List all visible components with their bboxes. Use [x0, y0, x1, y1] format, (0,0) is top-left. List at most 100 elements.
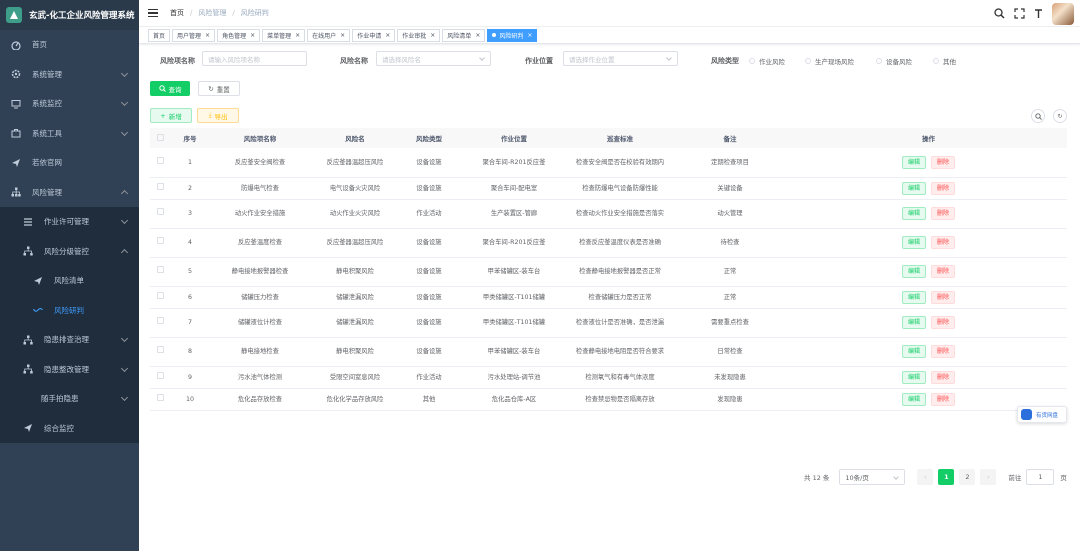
- row-select[interactable]: [150, 228, 170, 258]
- tab-work-apply[interactable]: 作业申请 ×: [352, 28, 396, 42]
- search-icon[interactable]: [994, 7, 1005, 21]
- checkbox[interactable]: [156, 291, 164, 299]
- checkbox[interactable]: [156, 237, 164, 244]
- close-icon[interactable]: ×: [527, 32, 532, 39]
- page-size-select[interactable]: 10条/页: [839, 469, 906, 485]
- tab-users[interactable]: 用户管理 ×: [172, 28, 216, 42]
- tab-risk-analysis[interactable]: 风险研判 ×: [487, 28, 538, 42]
- sidebar-item-website[interactable]: 若依官网: [0, 148, 139, 178]
- export-button[interactable]: ⤓ 导出: [197, 108, 239, 123]
- edit-button[interactable]: 编辑: [901, 345, 926, 358]
- header-select[interactable]: [150, 128, 170, 148]
- close-icon[interactable]: ×: [385, 32, 390, 39]
- floating-widget[interactable]: 有货网盘: [1017, 406, 1067, 423]
- edit-button[interactable]: 编辑: [901, 236, 926, 249]
- fullscreen-icon[interactable]: [1014, 7, 1025, 21]
- close-icon[interactable]: ×: [250, 32, 255, 39]
- delete-button[interactable]: 删除: [931, 236, 956, 249]
- delete-button[interactable]: 删除: [931, 345, 956, 358]
- sidebar-item-monitor[interactable]: 系统监控: [0, 89, 139, 119]
- sidebar-item-tools[interactable]: 系统工具: [0, 119, 139, 149]
- close-icon[interactable]: ×: [295, 32, 300, 39]
- edit-button[interactable]: 编辑: [901, 370, 926, 384]
- breadcrumb-item[interactable]: 风险管理: [198, 8, 226, 18]
- close-icon[interactable]: ×: [430, 32, 435, 39]
- row-select[interactable]: [150, 286, 170, 309]
- tab-home[interactable]: 首页: [148, 28, 171, 42]
- item-name-input[interactable]: 请输入风险项名称: [202, 51, 307, 66]
- sidebar-item-risk-control[interactable]: 风险分级管控: [0, 236, 139, 266]
- avatar[interactable]: [1052, 3, 1074, 25]
- checkbox[interactable]: [156, 317, 164, 324]
- query-button[interactable]: 查询: [150, 81, 190, 96]
- tab-online-users[interactable]: 在线用户 ×: [307, 28, 351, 42]
- close-icon[interactable]: ×: [205, 32, 210, 39]
- row-select[interactable]: [150, 388, 170, 411]
- delete-button[interactable]: 删除: [931, 316, 956, 329]
- reset-button[interactable]: ↻ 重置: [198, 81, 240, 96]
- edit-button[interactable]: 编辑: [901, 316, 926, 329]
- radio-work-risk[interactable]: 作业风险: [749, 56, 785, 66]
- refresh-button[interactable]: ↻: [1053, 109, 1067, 123]
- sidebar-item-snapshot[interactable]: 随手拍隐患: [0, 384, 139, 414]
- checkbox[interactable]: [156, 133, 164, 141]
- row-select[interactable]: [150, 177, 170, 200]
- sidebar-item-system[interactable]: 系统管理: [0, 60, 139, 90]
- sidebar-item-monitoring[interactable]: 综合监控: [0, 413, 139, 443]
- sidebar-item-hazard-rectify[interactable]: 隐患整改管理: [0, 354, 139, 384]
- sidebar-item-risk-analysis[interactable]: 风险研判: [0, 295, 139, 325]
- edit-button[interactable]: 编辑: [901, 155, 926, 169]
- radio-site-risk[interactable]: 生产现场风险: [805, 56, 854, 66]
- edit-button[interactable]: 编辑: [901, 181, 926, 195]
- next-page-button[interactable]: ›: [980, 469, 997, 485]
- edit-button[interactable]: 编辑: [901, 265, 926, 278]
- tab-risk-list[interactable]: 风险清单 ×: [442, 28, 486, 42]
- row-select[interactable]: [150, 257, 170, 287]
- row-select[interactable]: [150, 337, 170, 367]
- row-select[interactable]: [150, 366, 170, 389]
- row-select[interactable]: [150, 308, 170, 338]
- tab-roles[interactable]: 角色管理 ×: [217, 28, 261, 42]
- sidebar-item-home[interactable]: 首页: [0, 30, 139, 60]
- close-icon[interactable]: ×: [340, 32, 345, 39]
- delete-button[interactable]: 删除: [931, 392, 956, 406]
- checkbox[interactable]: [156, 208, 164, 215]
- close-icon[interactable]: ×: [475, 32, 480, 39]
- sidebar-item-risk-management[interactable]: 风险管理: [0, 178, 139, 208]
- text-size-icon[interactable]: [1034, 8, 1043, 21]
- page-2[interactable]: 2: [959, 469, 976, 485]
- checkbox[interactable]: [156, 371, 164, 379]
- hamburger-icon[interactable]: [148, 9, 158, 17]
- checkbox[interactable]: [156, 346, 164, 353]
- goto-input[interactable]: 1: [1026, 469, 1055, 485]
- page-1[interactable]: 1: [938, 469, 955, 485]
- risk-name-select[interactable]: 请选择风险名: [376, 51, 491, 66]
- tab-work-approve[interactable]: 作业审批 ×: [397, 28, 441, 42]
- checkbox[interactable]: [156, 393, 164, 401]
- edit-button[interactable]: 编辑: [901, 290, 926, 304]
- prev-page-button[interactable]: ‹: [917, 469, 934, 485]
- delete-button[interactable]: 删除: [931, 290, 956, 304]
- checkbox[interactable]: [156, 182, 164, 190]
- checkbox[interactable]: [156, 266, 164, 273]
- toggle-search-button[interactable]: [1031, 109, 1045, 123]
- radio-other[interactable]: 其他: [933, 56, 956, 66]
- sidebar-item-permit[interactable]: 作业许可管理: [0, 207, 139, 237]
- edit-button[interactable]: 编辑: [901, 392, 926, 406]
- delete-button[interactable]: 删除: [931, 155, 956, 169]
- edit-button[interactable]: 编辑: [901, 207, 926, 220]
- add-button[interactable]: + 新增: [150, 108, 192, 123]
- location-select[interactable]: 请选择作业位置: [563, 51, 678, 66]
- tab-menus[interactable]: 菜单管理 ×: [262, 28, 306, 42]
- delete-button[interactable]: 删除: [931, 181, 956, 195]
- radio-equipment-risk[interactable]: 设备风险: [876, 56, 912, 66]
- breadcrumb-home[interactable]: 首页: [170, 8, 184, 18]
- row-select[interactable]: [150, 148, 170, 178]
- app-logo[interactable]: 玄武-化工企业风险管理系统: [0, 0, 139, 30]
- delete-button[interactable]: 删除: [931, 370, 956, 384]
- row-select[interactable]: [150, 199, 170, 229]
- checkbox[interactable]: [156, 156, 164, 164]
- delete-button[interactable]: 删除: [931, 265, 956, 278]
- delete-button[interactable]: 删除: [931, 207, 956, 220]
- sidebar-item-risk-list[interactable]: 风险清单: [0, 266, 139, 296]
